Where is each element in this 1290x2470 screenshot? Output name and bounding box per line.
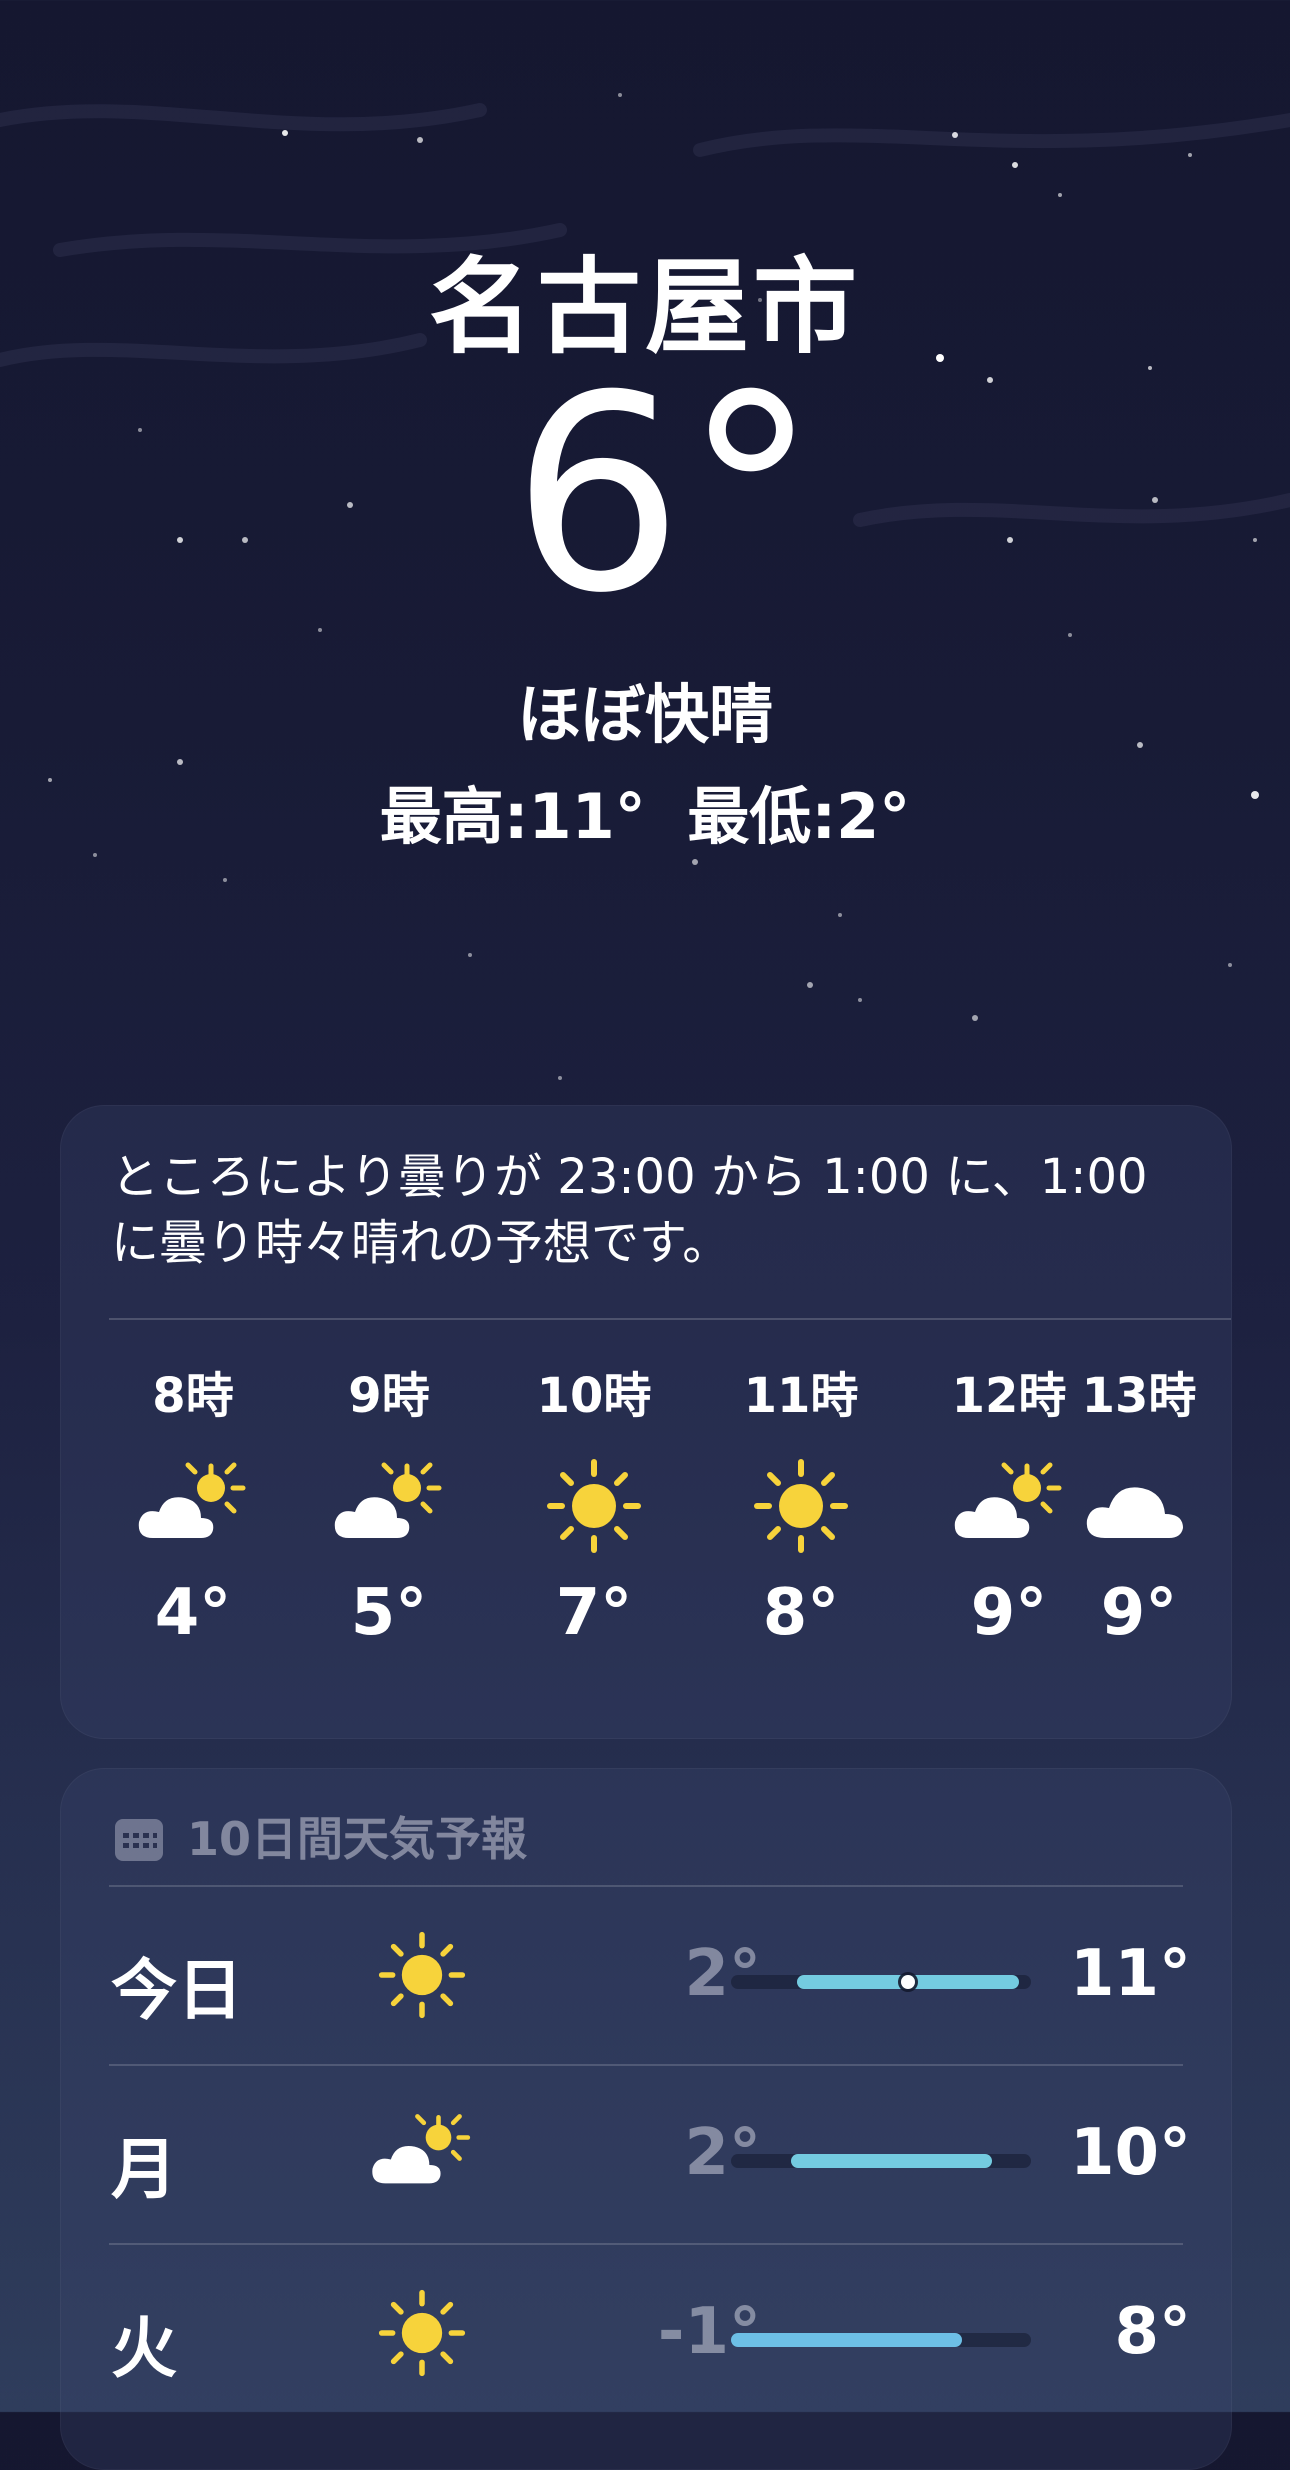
low-temperature: 2° bbox=[684, 2116, 761, 2190]
current-temperature: 6° bbox=[511, 337, 819, 652]
high-temperature: 10° bbox=[1069, 2116, 1191, 2190]
day-label: 今日 bbox=[111, 1952, 243, 2029]
sun-icon bbox=[378, 1931, 466, 2019]
temperature-range-fill bbox=[731, 2333, 962, 2347]
sun-icon bbox=[378, 2289, 466, 2377]
partly-cloudy-icon bbox=[334, 1462, 442, 1538]
partly-cloudy-icon bbox=[372, 2114, 471, 2184]
hour-label: 8時 bbox=[152, 1368, 234, 1424]
day-row-tuesday[interactable]: 火 -1° 8° bbox=[61, 2245, 1231, 2423]
hour-temperature: 4° bbox=[154, 1576, 232, 1650]
current-temperature-marker bbox=[901, 1975, 915, 1989]
low-temperature: -1° bbox=[657, 2295, 761, 2369]
temperature-range-bar bbox=[731, 2154, 1031, 2168]
day-label: 月 bbox=[111, 2131, 177, 2208]
temperature-range-bar bbox=[731, 2333, 1031, 2347]
ten-day-forecast-title: 10日間天気予報 bbox=[187, 1812, 528, 1866]
partly-cloudy-icon bbox=[954, 1462, 1062, 1538]
hourly-forecast-list[interactable]: 8時 4° 9時 5° 10時 7° 11時 8° 12時 9° 13時 9° bbox=[61, 1356, 1231, 1716]
calendar-icon bbox=[115, 1819, 163, 1861]
high-temperature: 8° bbox=[1114, 2295, 1191, 2369]
hour-label: 10時 bbox=[536, 1368, 652, 1424]
hour-temperature: 8° bbox=[762, 1576, 840, 1650]
forecast-summary: ところにより曇りが 23:00 から 1:00 に、1:00 に曇り時々晴れの予… bbox=[111, 1149, 1148, 1271]
day-label: 火 bbox=[111, 2310, 177, 2387]
high-low-temperatures: 最高:11° 最低:2° bbox=[0, 766, 1290, 856]
day-row-today[interactable]: 今日 2° 11° bbox=[61, 1887, 1231, 2065]
hour-temperature: 7° bbox=[555, 1576, 633, 1650]
hour-label: 9時 bbox=[348, 1368, 430, 1424]
temperature-range-fill bbox=[791, 2154, 992, 2168]
low-temperature: 最低:2° bbox=[687, 780, 911, 853]
high-temperature: 最高:11° bbox=[379, 780, 646, 853]
low-temperature: 2° bbox=[684, 1937, 761, 2011]
ten-day-forecast-card[interactable]: 10日間天気予報 今日 2° 11° 月 2° 10° 火 -1° 8° bbox=[60, 1768, 1232, 2470]
cloud-icon bbox=[1086, 1487, 1183, 1538]
current-condition: ほぼ快晴 bbox=[517, 679, 773, 753]
high-temperature: 11° bbox=[1069, 1937, 1191, 2011]
partly-cloudy-icon bbox=[138, 1462, 246, 1538]
hour-temperature: 9° bbox=[1100, 1576, 1178, 1650]
divider bbox=[109, 1318, 1231, 1320]
hourly-forecast-card[interactable]: ところにより曇りが 23:00 から 1:00 に、1:00 に曇り時々晴れの予… bbox=[60, 1105, 1232, 1739]
sun-icon bbox=[754, 1459, 848, 1553]
hour-label: 13時 bbox=[1081, 1368, 1197, 1424]
day-row-monday[interactable]: 月 2° 10° bbox=[61, 2066, 1231, 2244]
sun-icon bbox=[547, 1459, 641, 1553]
temperature-range-bar bbox=[731, 1975, 1031, 1989]
hour-label: 11時 bbox=[743, 1368, 859, 1424]
hour-temperature: 5° bbox=[350, 1576, 428, 1650]
